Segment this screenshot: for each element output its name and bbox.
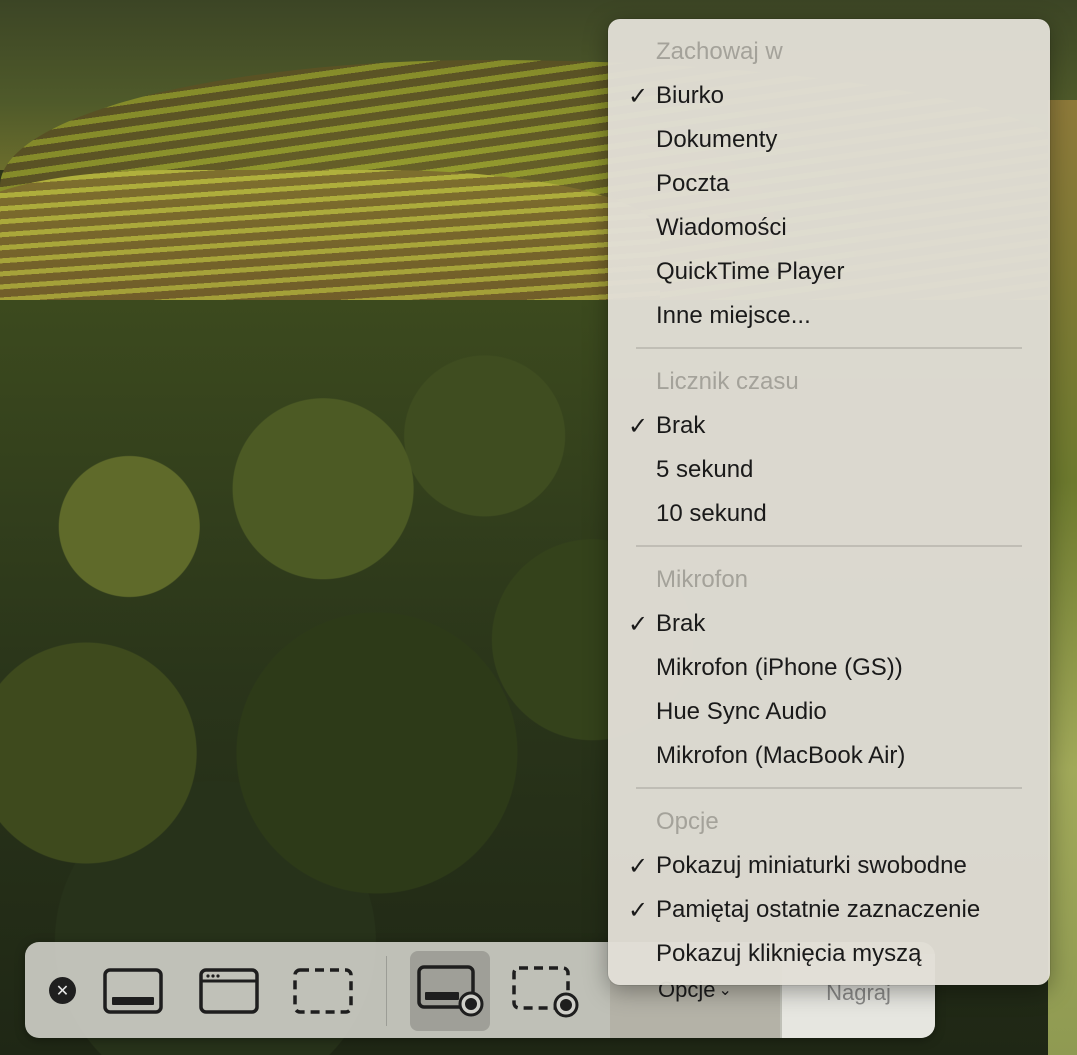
- selection-capture-icon: [293, 968, 353, 1014]
- options-menu: Zachowaj w ✓ Biurko Dokumenty Poczta Wia…: [608, 19, 1050, 985]
- menu-item-timer-10s[interactable]: 10 sekund: [608, 492, 1050, 536]
- capture-selection-button[interactable]: [285, 962, 361, 1020]
- menu-item-timer-none[interactable]: ✓ Brak: [608, 404, 1050, 448]
- checkmark-icon: ✓: [628, 412, 649, 440]
- menu-section-header-microphone: Mikrofon: [656, 566, 749, 593]
- checkmark-icon: ✓: [628, 896, 649, 924]
- screen-record-icon: [417, 965, 484, 1017]
- menu-item-wiadomosci[interactable]: Wiadomości: [608, 206, 1050, 250]
- menu-separator: [636, 787, 1022, 789]
- close-icon: ✕: [55, 981, 70, 1000]
- menu-section-header-options: Opcje: [656, 808, 719, 835]
- window-capture-icon: [199, 968, 259, 1014]
- menu-item-mic-none[interactable]: ✓ Brak: [608, 602, 1050, 646]
- toolbar-divider: [386, 956, 387, 1026]
- menu-separator: [636, 347, 1022, 349]
- capture-window-button[interactable]: [191, 962, 267, 1020]
- menu-item-dokumenty[interactable]: Dokumenty: [608, 118, 1050, 162]
- menu-item-other-location[interactable]: Inne miejsce...: [608, 294, 1050, 338]
- menu-section-header-save-to: Zachowaj w: [656, 38, 783, 65]
- wallpaper-right-edge: [1048, 100, 1077, 1055]
- menu-item-remember-last-selection[interactable]: ✓ Pamiętaj ostatnie zaznaczenie: [608, 888, 1050, 932]
- close-button[interactable]: ✕: [49, 977, 76, 1004]
- menu-item-mic-hue-sync[interactable]: Hue Sync Audio: [608, 690, 1050, 734]
- selection-record-icon: [512, 966, 579, 1018]
- menu-item-timer-5s[interactable]: 5 sekund: [608, 448, 1050, 492]
- menu-separator: [636, 545, 1022, 547]
- capture-entire-screen-button[interactable]: [95, 962, 171, 1020]
- menu-item-poczta[interactable]: Poczta: [608, 162, 1050, 206]
- menu-item-quicktime-player[interactable]: QuickTime Player: [608, 250, 1050, 294]
- checkmark-icon: ✓: [628, 610, 649, 638]
- checkmark-icon: ✓: [628, 82, 649, 110]
- checkmark-icon: ✓: [628, 852, 649, 880]
- menu-section-header-timer: Licznik czasu: [656, 368, 799, 395]
- menu-item-mic-macbook-air[interactable]: Mikrofon (MacBook Air): [608, 734, 1050, 778]
- menu-item-mic-iphone[interactable]: Mikrofon (iPhone (GS)): [608, 646, 1050, 690]
- menu-item-show-floating-thumbnails[interactable]: ✓ Pokazuj miniaturki swobodne: [608, 844, 1050, 888]
- menu-item-show-mouse-clicks[interactable]: Pokazuj kliknięcia myszą: [608, 932, 1050, 976]
- record-selection-button[interactable]: [505, 957, 585, 1027]
- record-entire-screen-button[interactable]: [410, 951, 490, 1031]
- screen-capture-icon: [103, 968, 163, 1014]
- menu-item-biurko[interactable]: ✓ Biurko: [608, 74, 1050, 118]
